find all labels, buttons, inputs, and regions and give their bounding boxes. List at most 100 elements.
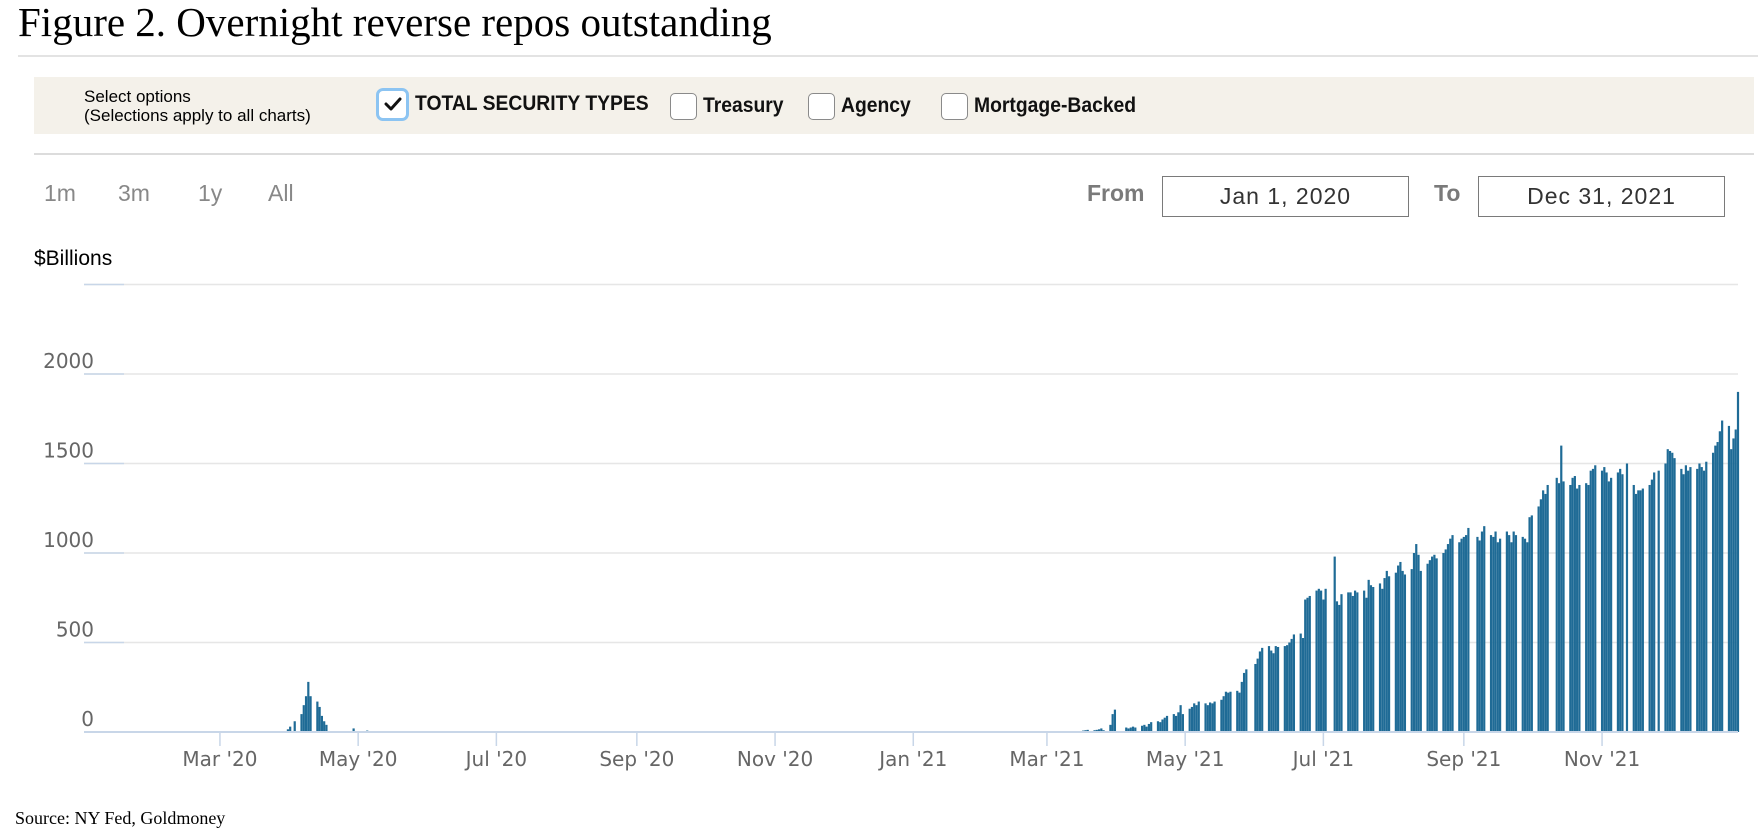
bar <box>1378 583 1382 732</box>
bar <box>1415 544 1418 732</box>
x-tick-label: May '20 <box>319 747 398 771</box>
bar <box>1542 490 1545 732</box>
bar <box>1616 472 1620 732</box>
bar <box>1560 445 1563 732</box>
bar <box>1229 691 1232 732</box>
bar <box>1365 597 1368 732</box>
bar <box>1716 442 1719 732</box>
bar <box>1476 536 1479 732</box>
bar <box>1320 590 1323 732</box>
bar <box>1505 531 1508 732</box>
bar <box>1702 470 1706 732</box>
bar <box>307 681 310 732</box>
bar <box>1109 724 1112 732</box>
bar <box>1113 709 1117 733</box>
bar <box>1256 658 1259 732</box>
bar <box>1190 706 1194 732</box>
chart-plot: 0 500 1000 1500 2000 Mar '20 May '20 Jul '20 Sep… <box>43 283 1740 771</box>
bar <box>1363 590 1366 732</box>
bar <box>1431 556 1434 732</box>
bar <box>1641 488 1644 732</box>
bar <box>1315 590 1318 732</box>
bar <box>1372 587 1375 732</box>
bar <box>1156 721 1160 732</box>
bar <box>1222 696 1225 732</box>
bar <box>1573 476 1576 732</box>
bar <box>1721 420 1724 732</box>
bar <box>1578 484 1581 732</box>
x-tick-label: Mar '20 <box>182 747 257 771</box>
bar <box>1204 703 1207 732</box>
bar <box>1381 588 1384 732</box>
bar <box>1444 549 1447 732</box>
bar <box>1197 701 1200 732</box>
bar <box>1356 592 1359 732</box>
bar <box>1306 597 1309 732</box>
bar <box>1671 452 1674 732</box>
bar <box>1619 468 1622 732</box>
x-tick-label: Jul '20 <box>464 747 527 771</box>
bar <box>1324 588 1327 732</box>
bar <box>1714 445 1717 732</box>
bar <box>300 714 303 732</box>
bar <box>1165 715 1169 732</box>
bar <box>1492 536 1495 732</box>
bar <box>1489 535 1493 732</box>
bar <box>1283 646 1286 732</box>
bar <box>1526 542 1529 732</box>
bar <box>1397 565 1400 732</box>
source-note: Source: NY Fed, Goldmoney <box>15 808 226 828</box>
bar <box>1335 601 1339 732</box>
bar <box>1254 663 1257 732</box>
bar <box>1589 470 1592 732</box>
bar <box>1512 531 1515 732</box>
bar <box>1333 556 1336 732</box>
bar <box>1442 553 1445 732</box>
bar <box>1159 722 1162 732</box>
bar <box>1621 474 1624 732</box>
bar <box>1401 570 1404 732</box>
bar <box>1653 472 1656 732</box>
bar <box>1208 702 1212 732</box>
bar <box>1387 576 1391 732</box>
bar <box>325 724 328 732</box>
bar <box>1494 531 1497 732</box>
bar <box>1467 527 1470 732</box>
y-tick-label: 1500 <box>43 439 94 463</box>
bar <box>1147 723 1150 732</box>
bar <box>320 715 323 732</box>
bar <box>1587 484 1590 732</box>
bar <box>1174 715 1178 732</box>
bar <box>1290 638 1293 732</box>
bar <box>1308 595 1311 732</box>
bar <box>1213 701 1216 732</box>
bar <box>1261 647 1264 732</box>
bar <box>1711 452 1715 732</box>
bar <box>1224 691 1228 732</box>
y-tick-label: 0 <box>81 707 94 731</box>
bar <box>1417 554 1420 732</box>
bar <box>1591 468 1595 732</box>
bar <box>1177 712 1180 732</box>
bar <box>1220 699 1223 732</box>
x-tick-label: May '21 <box>1146 747 1225 771</box>
bar <box>1734 429 1737 732</box>
bar <box>1304 599 1307 732</box>
bar <box>1245 669 1248 732</box>
bar <box>1664 463 1667 732</box>
bar <box>323 721 326 732</box>
bar <box>1530 515 1533 732</box>
bar <box>1292 634 1296 732</box>
bar <box>1211 703 1214 732</box>
bar <box>1689 467 1692 732</box>
bar <box>1288 642 1291 732</box>
bar <box>1571 477 1574 732</box>
x-tick-label: Jul '21 <box>1291 747 1354 771</box>
bar <box>1347 592 1350 732</box>
bar <box>302 705 305 732</box>
bar <box>1736 391 1740 732</box>
bar <box>1451 535 1454 732</box>
bar <box>1555 477 1558 732</box>
bar <box>1460 538 1463 732</box>
bar <box>1419 570 1422 732</box>
